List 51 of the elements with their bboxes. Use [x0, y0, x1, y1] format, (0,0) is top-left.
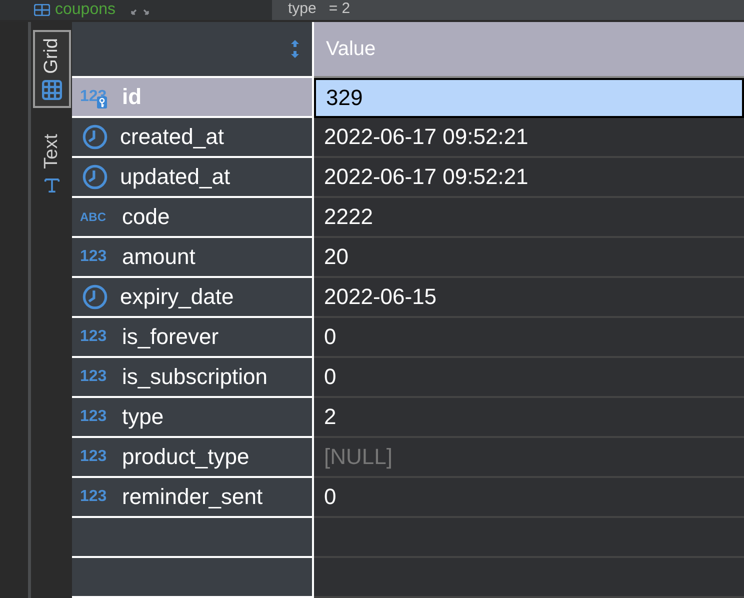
- cell-value: 2022-06-15: [324, 284, 437, 310]
- cell-value: 2022-06-17 09:52:21: [324, 124, 528, 150]
- clock-icon: [82, 164, 108, 190]
- row-header[interactable]: 123 type: [72, 398, 314, 438]
- cell-value: 329: [326, 85, 363, 111]
- row-header[interactable]: 123 is_subscription: [72, 358, 314, 398]
- cell-value: 0: [324, 324, 336, 350]
- cell-value: 2: [324, 404, 336, 430]
- grid-icon: [42, 80, 62, 100]
- field-name: code: [122, 204, 170, 230]
- field-name: type: [122, 404, 164, 430]
- field-name: reminder_sent: [122, 484, 263, 510]
- view-tab[interactable]: Text: [32, 126, 70, 203]
- row-header[interactable]: expiry_date: [72, 278, 314, 318]
- column-header[interactable]: [72, 22, 314, 78]
- type-label: 123: [80, 368, 107, 386]
- row-header[interactable]: 123 product_type: [72, 438, 314, 478]
- cell-value: 2022-06-17 09:52:21: [324, 164, 528, 190]
- field-name: is_forever: [122, 324, 219, 350]
- field-name: updated_at: [120, 164, 230, 190]
- type-label: 123: [80, 448, 107, 466]
- cell-value: 0: [324, 364, 336, 390]
- cell-value: 2222: [324, 204, 373, 230]
- value-cell[interactable]: 329: [314, 78, 744, 118]
- row-header[interactable]: created_at: [72, 118, 314, 158]
- cell-value: 20: [324, 244, 348, 270]
- field-name: id: [122, 84, 142, 110]
- cell-value: [NULL]: [324, 444, 392, 470]
- clock-icon: [82, 124, 108, 150]
- row-header[interactable]: 123 is_forever: [72, 318, 314, 358]
- view-tab[interactable]: Grid: [32, 30, 70, 108]
- type-label: 123: [80, 488, 107, 506]
- filter-field[interactable]: type = 2: [272, 0, 744, 20]
- clock-icon: [82, 284, 108, 310]
- field-name: product_type: [122, 444, 250, 470]
- field-name: created_at: [120, 124, 224, 150]
- field-name: is_subscription: [122, 364, 268, 390]
- type-label: 123: [80, 248, 107, 266]
- row-header[interactable]: 123 reminder_sent: [72, 478, 314, 518]
- type-label: ABC: [80, 210, 106, 224]
- table-icon: [34, 4, 50, 16]
- row-header[interactable]: updated_at: [72, 158, 314, 198]
- field-name: expiry_date: [120, 284, 234, 310]
- row-header[interactable]: ABC code: [72, 198, 314, 238]
- type-label: 123: [80, 328, 107, 346]
- sort-icon[interactable]: [290, 38, 300, 60]
- row-header[interactable]: 123 amount: [72, 238, 314, 278]
- table-name: coupons: [55, 1, 116, 19]
- field-name: amount: [122, 244, 196, 270]
- type-label: 123: [80, 408, 107, 426]
- cell-value: 0: [324, 484, 336, 510]
